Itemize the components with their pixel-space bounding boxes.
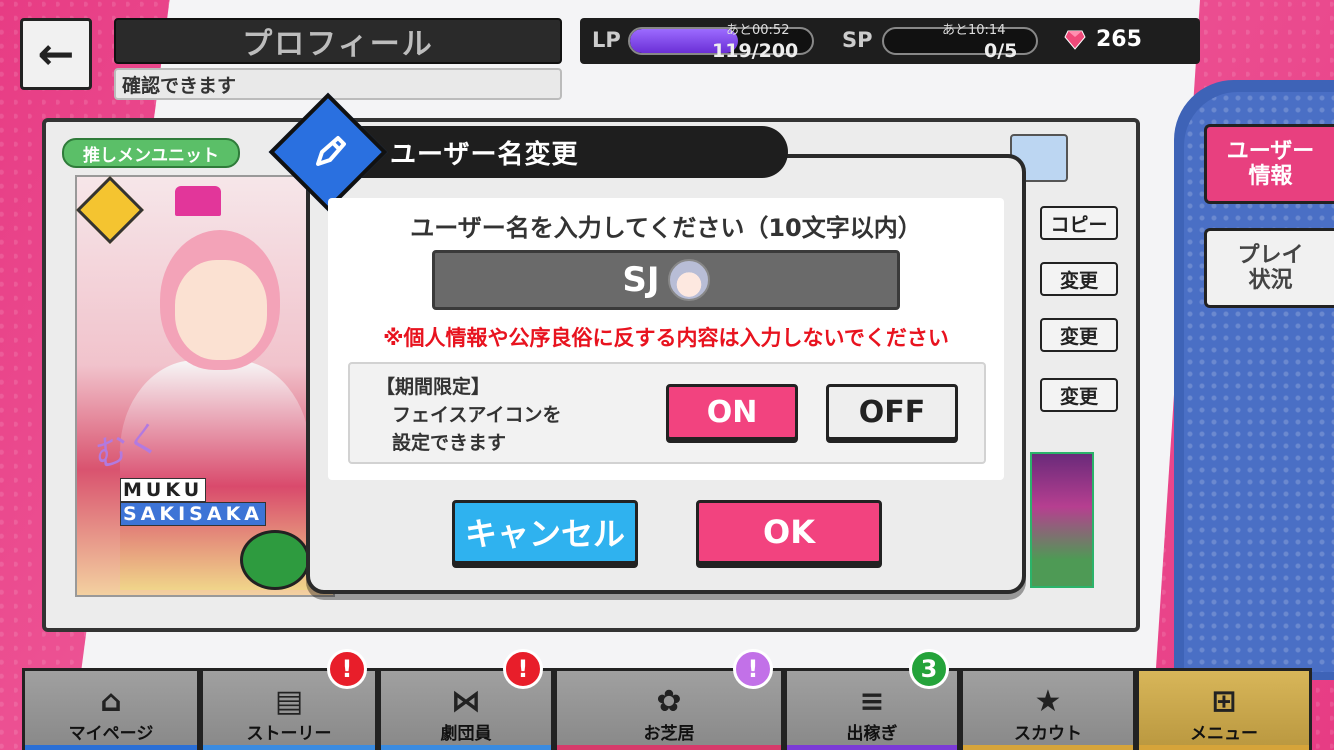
nav-label: お芝居 [643, 724, 695, 744]
back-arrow-icon: ← [37, 28, 75, 80]
username-value: SJ [622, 260, 660, 300]
cancel-button[interactable]: キャンセル [452, 500, 638, 564]
card-character-name: MUKU SAKISAKA [120, 478, 266, 526]
coins-icon: ≡ [859, 684, 885, 719]
sp-label: SP [842, 28, 873, 52]
bottom-navigation: ⌂ マイページ ! ▤ ストーリー ! ⋈ 劇団員 ! ✿ お芝居 3 ≡ 出稼… [22, 649, 1312, 750]
nav-label: スカウト [1014, 724, 1082, 744]
nav-underline [557, 745, 781, 750]
back-button[interactable]: ← [20, 18, 92, 90]
book-icon: ▤ [274, 684, 304, 719]
stage-icon: ✿ [656, 684, 682, 719]
home-icon: ⌂ [100, 684, 122, 719]
nav-mypage[interactable]: ⌂ マイページ [22, 668, 200, 750]
page-subtitle: 確認できます [114, 68, 562, 100]
tab-play-status-label: プレイ 状況 [1237, 242, 1304, 293]
dialog-title: ユーザー名変更 [334, 126, 788, 178]
tab-user-info[interactable]: ユーザー 情報 [1204, 124, 1334, 204]
bowtie-icon: ⋈ [451, 684, 481, 719]
gem-icon [1064, 30, 1086, 50]
nav-menu[interactable]: ⊞ メニュー [1136, 668, 1312, 750]
face-icon-on-button[interactable]: ON [666, 384, 798, 440]
nav-label: ストーリー [246, 724, 332, 744]
gem-count: 265 [1096, 27, 1142, 52]
nav-underline [203, 745, 375, 750]
option-description-line1: フェイスアイコンを [392, 404, 562, 426]
alert-badge: ! [327, 649, 367, 689]
copy-button[interactable]: コピー [1040, 206, 1118, 240]
oshi-unit-tag: 推しメンユニット [62, 138, 240, 168]
option-description-line2: 設定できます [392, 432, 507, 454]
lp-value: 119/200 [712, 40, 799, 62]
username-prompt: ユーザー名を入力してください（10文字以内） [410, 214, 922, 242]
sp-timer: あと10:14 [942, 23, 1006, 38]
card-name-line1: MUKU [120, 478, 207, 502]
change-button-2[interactable]: 変更 [1040, 318, 1118, 352]
nav-troupe[interactable]: ! ⋈ 劇団員 [378, 649, 554, 750]
face-icon-off-button[interactable]: OFF [826, 384, 958, 440]
nav-underline [963, 745, 1133, 750]
alert-badge: ! [733, 649, 773, 689]
ok-button[interactable]: OK [696, 500, 882, 564]
face-icon [667, 259, 710, 301]
star-badge-icon: ★ [1034, 684, 1062, 719]
alert-badge: 3 [909, 649, 949, 689]
option-title: 【期間限定】 [376, 376, 491, 398]
lp-timer: あと00:52 [726, 23, 790, 38]
crown-icon [175, 186, 221, 216]
nav-label: マイページ [68, 724, 154, 744]
tab-user-info-label: ユーザー 情報 [1226, 138, 1315, 189]
nav-label: 出稼ぎ [846, 724, 898, 744]
background-card-thumbnail[interactable] [1030, 452, 1094, 588]
sp-value: 0/5 [984, 40, 1018, 62]
card-name-line2: SAKISAKA [120, 502, 266, 526]
change-button-1[interactable]: 変更 [1040, 262, 1118, 296]
input-warning: ※個人情報や公序良俗に反する内容は入力しないでください [383, 326, 949, 350]
pencil-icon [308, 128, 352, 176]
tab-play-status[interactable]: プレイ 状況 [1204, 228, 1334, 308]
nav-underline [787, 745, 957, 750]
lp-label: LP [592, 28, 621, 52]
card-rarity-badge [240, 530, 310, 590]
change-button-3[interactable]: 変更 [1040, 378, 1118, 412]
card-character-face [175, 260, 267, 360]
nav-play[interactable]: ! ✿ お芝居 [554, 649, 784, 750]
grid-menu-icon: ⊞ [1211, 684, 1237, 719]
username-input[interactable]: SJ [432, 250, 900, 310]
nav-underline [1139, 745, 1309, 750]
nav-dispatch[interactable]: 3 ≡ 出稼ぎ [784, 649, 960, 750]
nav-label: 劇団員 [440, 724, 492, 744]
nav-label: メニュー [1190, 724, 1258, 744]
nav-underline [25, 745, 197, 750]
alert-badge: ! [503, 649, 543, 689]
nav-story[interactable]: ! ▤ ストーリー [200, 649, 378, 750]
nav-underline [381, 745, 551, 750]
status-bar: LP あと00:52 119/200 SP あと10:14 0/5 265 [580, 18, 1200, 64]
page-title: プロフィール [114, 18, 562, 64]
nav-scout[interactable]: ★ スカウト [960, 668, 1136, 750]
